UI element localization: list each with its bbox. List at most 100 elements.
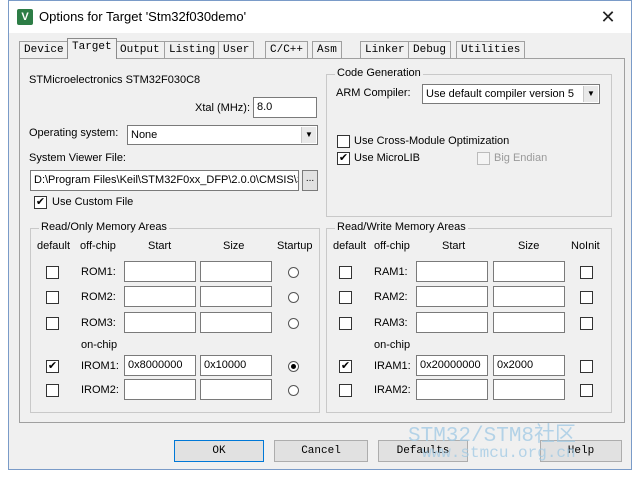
ok-button[interactable]: OK xyxy=(174,440,264,462)
irom1-default-checkbox[interactable]: ✔ xyxy=(46,360,59,373)
code-generation-title: Code Generation xyxy=(335,67,423,79)
ram2-start-input[interactable] xyxy=(416,286,488,307)
tab-output[interactable]: Output xyxy=(115,41,165,58)
ro-memory-title: Read/Only Memory Areas xyxy=(39,221,169,233)
irom1-start-input[interactable]: 0x8000000 xyxy=(124,355,196,376)
os-label: Operating system: xyxy=(29,127,119,139)
ram3-default-checkbox[interactable] xyxy=(339,317,352,330)
ram2-noinit-checkbox[interactable] xyxy=(580,291,593,304)
ram3-label: RAM3: xyxy=(374,317,408,329)
rom2-label: ROM2: xyxy=(81,291,116,303)
rom2-startup-radio[interactable] xyxy=(288,292,299,303)
irom2-default-checkbox[interactable] xyxy=(46,384,59,397)
rom3-startup-radio[interactable] xyxy=(288,318,299,329)
ram1-noinit-checkbox[interactable] xyxy=(580,266,593,279)
svf-input[interactable]: D:\Program Files\Keil\STM32F0xx_DFP\2.0.… xyxy=(30,170,299,191)
ram1-default-checkbox[interactable] xyxy=(339,266,352,279)
tab-utilities[interactable]: Utilities xyxy=(456,41,526,58)
rom3-size-input[interactable] xyxy=(200,312,272,333)
ro-header-start: Start xyxy=(148,240,172,252)
irom1-label: IROM1: xyxy=(81,360,119,372)
ro-header-default: default xyxy=(37,240,71,252)
iram1-size-input[interactable]: 0x2000 xyxy=(493,355,565,376)
tab-debug[interactable]: Debug xyxy=(408,41,452,58)
irom1-size-input[interactable]: 0x10000 xyxy=(200,355,272,376)
tab-user[interactable]: User xyxy=(218,41,255,58)
options-dialog: V Options for Target 'Stm32f030demo' ✕ D… xyxy=(8,0,632,470)
big-endian-label: Big Endian xyxy=(494,152,548,164)
ram3-start-input[interactable] xyxy=(416,312,488,333)
ro-header-size: Size xyxy=(223,240,245,252)
ram2-default-checkbox[interactable] xyxy=(339,291,352,304)
window-title: Options for Target 'Stm32f030demo' xyxy=(39,9,247,24)
ro-header-startup: Startup xyxy=(277,240,313,252)
rom3-default-checkbox[interactable] xyxy=(46,317,59,330)
rom3-label: ROM3: xyxy=(81,317,116,329)
code-generation-group: Code Generation ARM Compiler: Use defaul… xyxy=(326,67,612,217)
close-button[interactable]: ✕ xyxy=(585,1,631,33)
rw-onchip-label: on-chip xyxy=(374,339,411,351)
iram2-default-checkbox[interactable] xyxy=(339,384,352,397)
rom1-start-input[interactable] xyxy=(124,261,196,282)
rom1-label: ROM1: xyxy=(81,266,116,278)
os-select[interactable]: None ▼ xyxy=(127,125,318,145)
device-name: STMicroelectronics STM32F030C8 xyxy=(29,74,201,86)
title-bar: V Options for Target 'Stm32f030demo' ✕ xyxy=(9,1,631,33)
irom1-startup-radio[interactable] xyxy=(288,361,299,372)
iram1-label: IRAM1: xyxy=(374,360,411,372)
arm-compiler-select[interactable]: Use default compiler version 5 ▼ xyxy=(422,84,600,104)
ram3-size-input[interactable] xyxy=(493,312,565,333)
ram3-noinit-checkbox[interactable] xyxy=(580,317,593,330)
cancel-button[interactable]: Cancel xyxy=(274,440,368,462)
radio-selected-dot xyxy=(291,364,296,369)
tab-asm[interactable]: Asm xyxy=(312,41,342,58)
rom3-start-input[interactable] xyxy=(124,312,196,333)
microlib-label: Use MicroLIB xyxy=(354,152,421,164)
rom2-default-checkbox[interactable] xyxy=(46,291,59,304)
cross-module-checkbox[interactable] xyxy=(337,135,350,148)
iram1-start-input[interactable]: 0x20000000 xyxy=(416,355,488,376)
cross-module-label: Use Cross-Module Optimization xyxy=(354,135,510,147)
microlib-checkbox[interactable]: ✔ xyxy=(337,152,350,165)
irom2-size-input[interactable] xyxy=(200,379,272,400)
chevron-down-icon: ▼ xyxy=(301,127,316,143)
browse-button[interactable]: ... xyxy=(302,170,318,191)
iram2-start-input[interactable] xyxy=(416,379,488,400)
os-select-value: None xyxy=(131,129,158,141)
tab-listing[interactable]: Listing xyxy=(164,41,221,58)
watermark-url: www.stmcu.org.cn xyxy=(422,444,576,462)
rw-memory-title: Read/Write Memory Areas xyxy=(335,221,468,233)
rw-memory-group: Read/Write Memory Areas default off-chip… xyxy=(326,221,612,413)
iram2-size-input[interactable] xyxy=(493,379,565,400)
arm-compiler-value: Use default compiler version 5 xyxy=(426,88,574,100)
rw-header-offchip: off-chip xyxy=(374,240,410,252)
iram1-default-checkbox[interactable]: ✔ xyxy=(339,360,352,373)
irom2-startup-radio[interactable] xyxy=(288,385,299,396)
big-endian-checkbox[interactable] xyxy=(477,152,490,165)
rom1-default-checkbox[interactable] xyxy=(46,266,59,279)
rom1-startup-radio[interactable] xyxy=(288,267,299,278)
ram1-size-input[interactable] xyxy=(493,261,565,282)
tab-device[interactable]: Device xyxy=(19,41,69,58)
iram2-noinit-checkbox[interactable] xyxy=(580,384,593,397)
rw-header-default: default xyxy=(333,240,367,252)
arm-compiler-label: ARM Compiler: xyxy=(336,87,411,99)
ram2-size-input[interactable] xyxy=(493,286,565,307)
rw-header-size: Size xyxy=(518,240,540,252)
rom1-size-input[interactable] xyxy=(200,261,272,282)
use-custom-file-checkbox[interactable]: ✔ xyxy=(34,196,47,209)
tab-linker[interactable]: Linker xyxy=(360,41,410,58)
chevron-down-icon: ▼ xyxy=(583,86,598,102)
ro-onchip-label: on-chip xyxy=(81,339,118,351)
rom2-size-input[interactable] xyxy=(200,286,272,307)
iram1-noinit-checkbox[interactable] xyxy=(580,360,593,373)
rom2-start-input[interactable] xyxy=(124,286,196,307)
irom2-start-input[interactable] xyxy=(124,379,196,400)
ram1-start-input[interactable] xyxy=(416,261,488,282)
ro-memory-group: Read/Only Memory Areas default off-chip … xyxy=(30,221,320,413)
xtal-input[interactable]: 8.0 xyxy=(253,97,317,118)
tab-cpp[interactable]: C/C++ xyxy=(265,41,309,58)
xtal-label: Xtal (MHz): xyxy=(195,102,250,114)
tab-target[interactable]: Target xyxy=(67,38,117,59)
iram2-label: IRAM2: xyxy=(374,384,411,396)
